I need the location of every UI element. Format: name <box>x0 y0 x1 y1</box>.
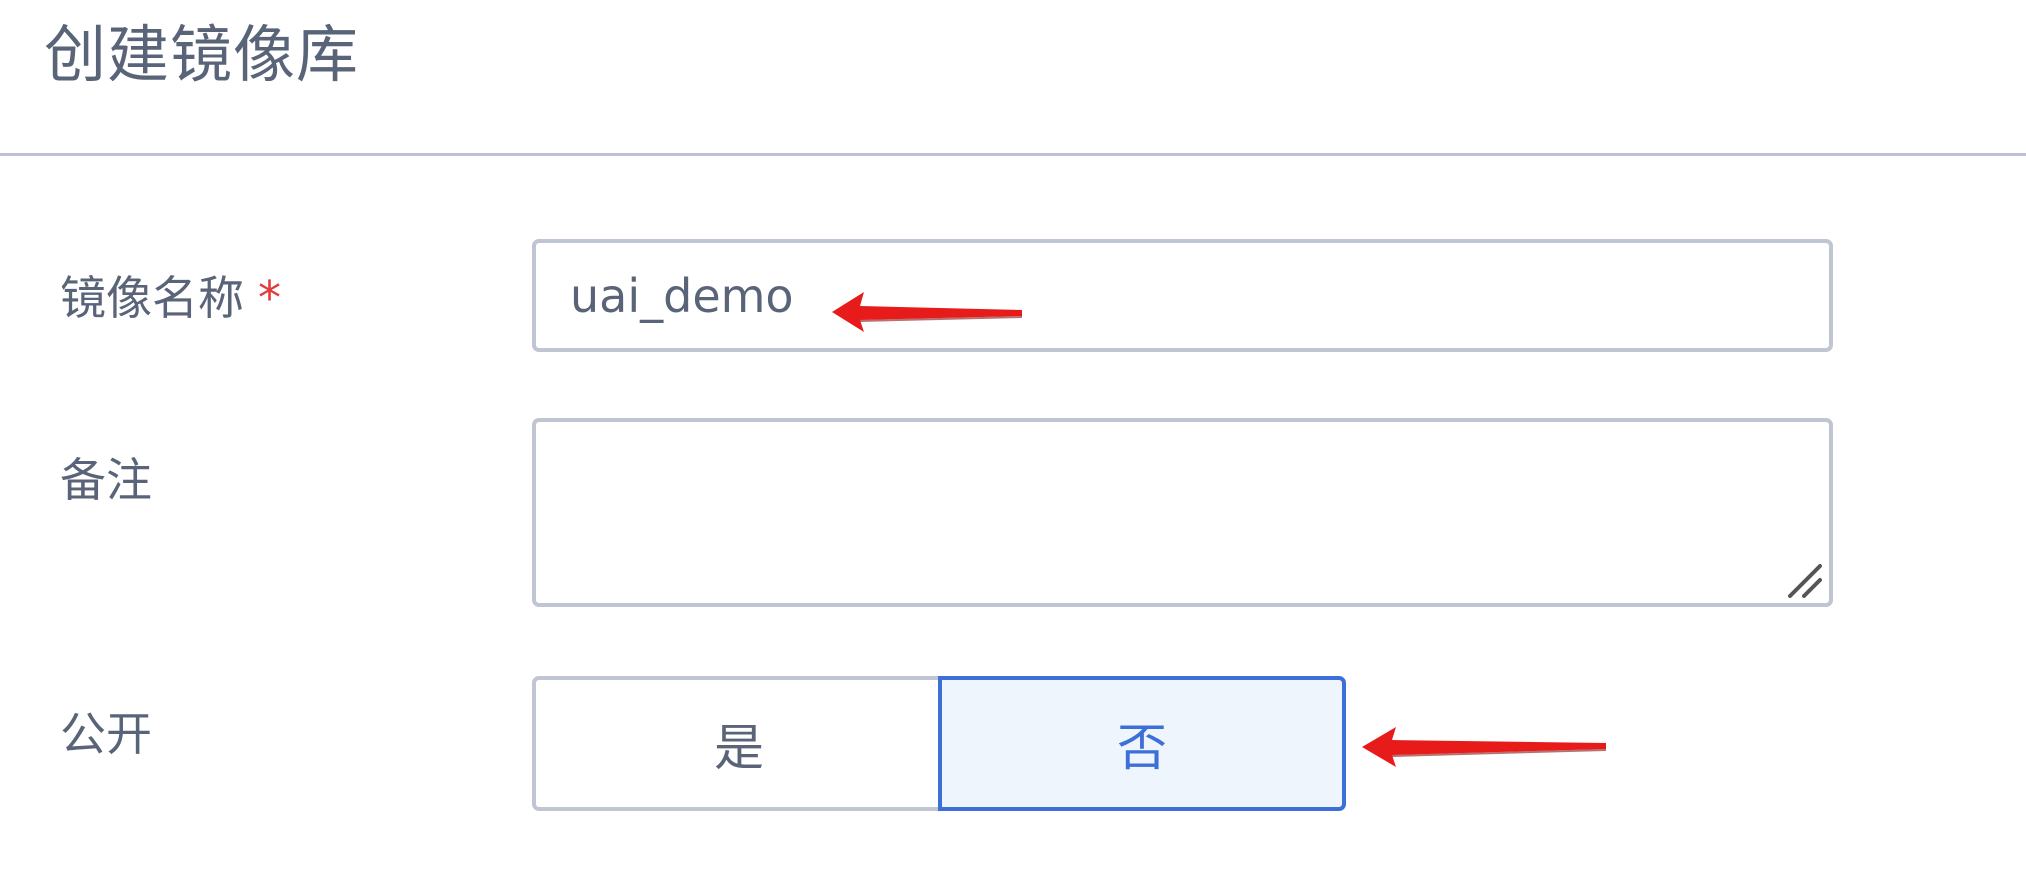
resize-handle-icon[interactable] <box>1786 562 1824 600</box>
required-star: * <box>258 271 281 325</box>
image-name-label: 镜像名称 * <box>60 268 281 328</box>
remark-label: 备注 <box>60 453 152 507</box>
image-name-label-text: 镜像名称 <box>60 271 244 325</box>
image-name-input[interactable] <box>532 239 1833 352</box>
public-label: 公开 <box>60 707 152 761</box>
public-option-no[interactable]: 否 <box>938 676 1346 811</box>
public-option-yes[interactable]: 是 <box>532 676 942 811</box>
dialog-title: 创建镜像库 <box>44 18 360 91</box>
red-arrow-icon <box>832 292 1022 332</box>
dialog-header: 创建镜像库 <box>0 0 2026 156</box>
red-arrow-icon <box>1362 727 1606 767</box>
remark-textarea[interactable] <box>532 418 1833 607</box>
